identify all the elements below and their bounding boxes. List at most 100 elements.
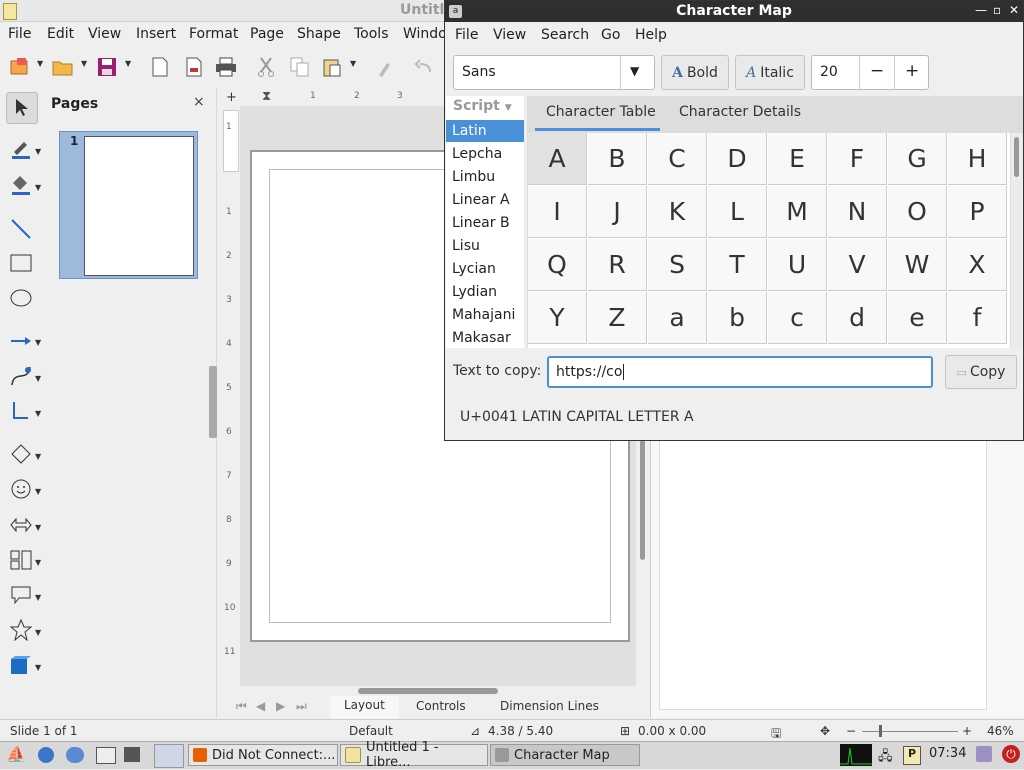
chevron-down-icon[interactable]: ▼: [35, 183, 41, 192]
character-cell[interactable]: W: [888, 239, 947, 291]
chevron-down-icon[interactable]: ▼: [35, 409, 41, 418]
lo-menu-insert[interactable]: Insert: [136, 26, 176, 42]
minimize-icon[interactable]: —: [975, 3, 987, 17]
diamond-shape-icon[interactable]: [6, 439, 36, 469]
lo-menu-format[interactable]: Format: [189, 26, 238, 42]
script-item[interactable]: Latin: [446, 120, 524, 142]
chevron-down-icon[interactable]: ▼: [35, 487, 41, 496]
character-cell[interactable]: H: [948, 133, 1007, 185]
script-item[interactable]: Lepcha: [446, 143, 524, 165]
script-item[interactable]: Lycian: [446, 258, 524, 280]
character-cell[interactable]: Y: [528, 292, 587, 344]
character-cell[interactable]: L: [708, 186, 767, 238]
sidebar-collapse-handle[interactable]: [209, 366, 217, 438]
line-color-icon[interactable]: [6, 134, 36, 164]
new-document-icon[interactable]: [7, 55, 31, 79]
chevron-down-icon[interactable]: ▼: [35, 558, 41, 567]
lo-menu-shape[interactable]: Shape: [297, 26, 341, 42]
save-icon[interactable]: [95, 55, 119, 79]
indent-marker-icon[interactable]: ⧗: [262, 89, 271, 104]
character-cell[interactable]: I: [528, 186, 587, 238]
lock-screen-icon[interactable]: [976, 746, 992, 762]
curve-tool-icon[interactable]: [6, 361, 36, 391]
character-cell[interactable]: J: [588, 186, 647, 238]
lo-menu-view[interactable]: View: [88, 26, 121, 42]
chevron-down-icon[interactable]: ▼: [35, 523, 41, 532]
page-thumbnail[interactable]: 1: [59, 131, 198, 279]
power-icon[interactable]: ⏻: [1002, 745, 1020, 763]
zoom-in-icon[interactable]: +: [962, 724, 972, 738]
arrow-line-tool-icon[interactable]: [6, 326, 36, 356]
text-to-copy-input[interactable]: https://co: [547, 356, 933, 388]
charmap-menu-view[interactable]: View: [493, 27, 526, 43]
character-cell[interactable]: c: [768, 292, 827, 344]
increase-size-button[interactable]: +: [905, 61, 919, 81]
character-cell[interactable]: P: [948, 186, 1007, 238]
charmap-menu-file[interactable]: File: [455, 27, 478, 43]
tab-character-table[interactable]: Character Table: [546, 104, 656, 120]
chevron-down-icon[interactable]: ▼: [37, 59, 43, 68]
charmap-menu-go[interactable]: Go: [601, 27, 620, 43]
task-firefox[interactable]: Did Not Connect:...: [188, 744, 338, 766]
font-selector[interactable]: Sans ▼: [453, 55, 655, 90]
task-libreoffice[interactable]: Untitled 1 - Libre...: [340, 740, 488, 770]
decrease-size-button[interactable]: −: [870, 61, 884, 81]
character-cell[interactable]: Z: [588, 292, 647, 344]
terminal-icon[interactable]: [124, 747, 140, 762]
next-tab-icon[interactable]: ▶: [276, 699, 285, 713]
charmap-titlebar[interactable]: a Character Map — ▫ ✕: [445, 1, 1023, 22]
script-item[interactable]: Mahajani: [446, 304, 524, 326]
font-size-value[interactable]: 20: [820, 64, 838, 80]
chevron-down-icon[interactable]: ▼: [81, 59, 87, 68]
select-arrow-icon[interactable]: [6, 92, 38, 124]
character-cell[interactable]: F: [828, 133, 887, 185]
italic-toggle[interactable]: A Italic: [735, 55, 805, 90]
character-cell[interactable]: N: [828, 186, 887, 238]
undo-icon[interactable]: [412, 55, 436, 79]
character-cell[interactable]: A: [528, 133, 587, 185]
prev-tab-icon[interactable]: ◀: [256, 699, 265, 713]
character-cell[interactable]: f: [948, 292, 1007, 344]
maximize-icon[interactable]: ▫: [993, 3, 1001, 17]
close-icon[interactable]: ✕: [1009, 3, 1019, 17]
copy-icon[interactable]: [288, 55, 312, 79]
block-arrow-icon[interactable]: [6, 510, 36, 540]
show-desktop-icon[interactable]: [96, 747, 116, 764]
zoom-slider-handle[interactable]: [879, 725, 882, 737]
paste-icon[interactable]: [320, 55, 344, 79]
close-icon[interactable]: ×: [193, 94, 205, 110]
scrollbar-thumb[interactable]: [358, 688, 498, 694]
file-manager-icon[interactable]: [154, 744, 184, 768]
network-status-icon[interactable]: 🖧: [878, 747, 893, 769]
character-cell[interactable]: X: [948, 239, 1007, 291]
task-charmap[interactable]: Character Map: [490, 744, 640, 766]
3d-object-icon[interactable]: [6, 650, 36, 680]
open-folder-icon[interactable]: [51, 55, 75, 79]
character-cell[interactable]: Q: [528, 239, 587, 291]
lo-menu-file[interactable]: File: [8, 26, 31, 42]
browser-launcher-icon[interactable]: [38, 747, 54, 763]
tab-character-details[interactable]: Character Details: [679, 104, 801, 120]
script-list[interactable]: Script ▼ Latin Lepcha Limbu Linear A Lin…: [446, 96, 524, 348]
character-cell[interactable]: G: [888, 133, 947, 185]
network-icon[interactable]: [66, 747, 84, 763]
script-header[interactable]: Script ▼: [453, 98, 512, 114]
character-cell[interactable]: O: [888, 186, 947, 238]
callout-icon[interactable]: [6, 580, 36, 610]
zoom-level[interactable]: 46%: [987, 724, 1014, 738]
charmap-menu-help[interactable]: Help: [635, 27, 667, 43]
line-tool-icon[interactable]: [6, 214, 36, 244]
character-cell[interactable]: D: [708, 133, 767, 185]
export-pdf-icon[interactable]: [182, 55, 206, 79]
chevron-down-icon[interactable]: ▼: [125, 59, 131, 68]
clone-formatting-icon[interactable]: [372, 55, 396, 79]
print-icon[interactable]: [214, 55, 238, 79]
zoom-slider[interactable]: [862, 731, 958, 732]
bold-toggle[interactable]: A Bold: [661, 55, 729, 90]
lo-menu-tools[interactable]: Tools: [354, 26, 389, 42]
character-cell[interactable]: E: [768, 133, 827, 185]
horizontal-scrollbar[interactable]: [220, 686, 636, 696]
lo-menu-window[interactable]: Windo: [403, 26, 447, 42]
chevron-down-icon[interactable]: ▼: [35, 147, 41, 156]
script-item[interactable]: Limbu: [446, 166, 524, 188]
